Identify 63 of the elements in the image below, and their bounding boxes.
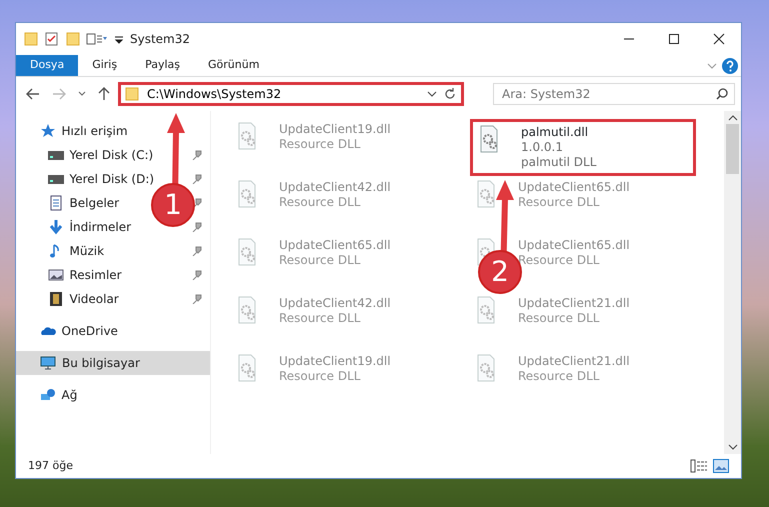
ribbon-tab[interactable]: Giriş [78,55,132,76]
file-type: Resource DLL [279,253,362,268]
file-type: Resource DLL [279,311,362,326]
checklist-icon[interactable] [44,31,60,47]
file-type: Resource DLL [518,195,600,210]
network-icon [40,387,56,403]
chevron-down-icon[interactable] [427,90,437,98]
help-icon[interactable] [722,58,738,74]
details-view-icon[interactable] [690,459,708,473]
pin-icon[interactable] [192,270,202,280]
refresh-icon[interactable] [443,87,457,101]
window-title: System32 [130,31,190,48]
pin-icon[interactable] [192,222,202,232]
sidebar-item[interactable]: Ağ [40,386,78,404]
sidebar-item[interactable]: Belgeler [48,194,120,212]
file-type: Resource DLL [279,137,362,152]
scrollbar-thumb[interactable] [726,124,739,174]
back-arrow-icon[interactable] [26,88,40,100]
address-field[interactable]: C:\Windows\System32 [145,84,421,104]
scroll-up-icon[interactable] [728,114,738,122]
file-version: 1.0.0.1 [521,140,564,155]
computer-icon [40,355,56,371]
sidebar-item[interactable]: OneDrive [40,322,118,340]
file-type: Resource DLL [279,369,362,384]
ribbon-tab[interactable]: Görünüm [194,55,274,76]
sidebar-item[interactable]: Müzik [48,242,104,260]
ribbon-tab[interactable]: Paylaş [131,55,194,76]
file-type: palmutil DLL [521,155,596,170]
star-icon [40,123,56,139]
sidebar-item[interactable]: Yerel Disk (C:) [48,146,154,164]
sidebar-item[interactable]: Bu bilgisayar [16,351,210,375]
pin-icon[interactable] [192,174,202,184]
scroll-down-icon[interactable] [728,443,738,452]
close-icon[interactable] [712,33,724,45]
search-icon[interactable] [716,88,728,100]
thumbnail-view-icon[interactable] [713,459,729,473]
file-type: Resource DLL [279,195,362,210]
chevron-down-icon[interactable] [78,91,86,97]
file-name: palmutil.dll [521,125,590,140]
up-arrow-icon[interactable] [98,87,110,101]
properties-icon[interactable] [86,31,108,47]
picture-icon [48,267,64,283]
sidebar-item[interactable]: Hızlı erişim [40,122,128,140]
film-icon [48,291,64,307]
item-count: 197 öğe [28,458,73,474]
address-bar[interactable]: C:\Windows\System32 [118,82,464,106]
maximize-icon[interactable] [668,34,678,44]
folder-icon [125,87,139,101]
file-type: Resource DLL [518,311,600,326]
document-icon [48,195,64,211]
search-box[interactable]: Ara: System32 [493,83,735,105]
pin-icon[interactable] [192,246,202,256]
sidebar-item[interactable]: Resimler [48,266,122,284]
sidebar-item[interactable]: İndirmeler [48,218,132,236]
download-icon [48,219,64,235]
file-type: Resource DLL [518,369,600,384]
sidebar-item[interactable]: Videolar [48,290,119,308]
ribbon-tab[interactable]: Dosya [16,55,78,76]
pin-icon[interactable] [192,198,202,208]
scrollbar[interactable] [724,111,741,454]
pin-icon[interactable] [192,294,202,304]
file-item[interactable]: palmutil.dll 1.0.0.1 palmutil DLL [470,119,696,176]
pin-icon[interactable] [192,150,202,160]
